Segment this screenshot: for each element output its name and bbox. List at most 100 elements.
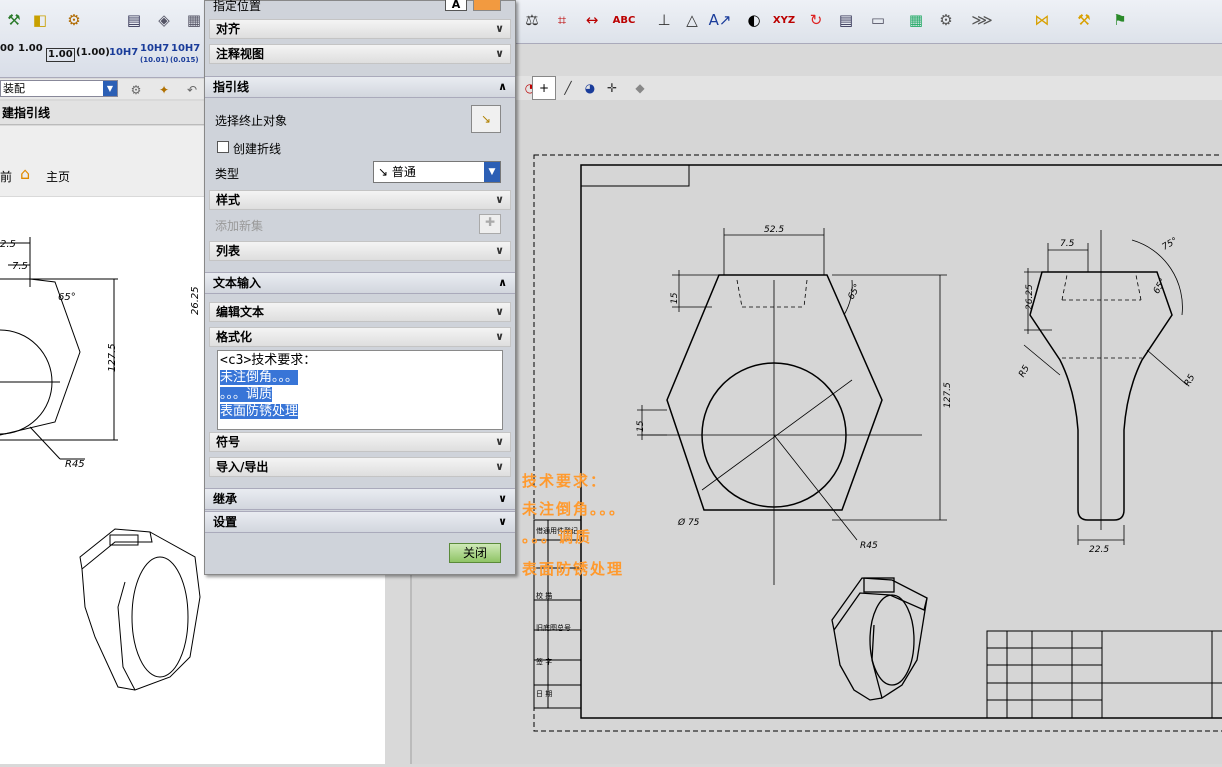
dim-label-5: R45: [65, 459, 85, 470]
dim-label-1: 2.5: [0, 239, 16, 250]
type-select[interactable]: ↘ 普通 ▼: [373, 161, 501, 183]
text-line-0: <c3>技术要求：: [220, 353, 317, 368]
section-annotation-view[interactable]: 注释视图 ∨: [209, 44, 511, 64]
dim-left15b: 15: [636, 420, 646, 432]
add-set-icon[interactable]: ✚: [479, 214, 501, 234]
chevron-down-icon: ∨: [495, 435, 504, 448]
table-icon[interactable]: ▤: [834, 8, 858, 32]
note-text-area[interactable]: <c3>技术要求： 未注倒角。。。 。。。调质 表面防锈处理: [217, 350, 503, 430]
dim-side-r2: R5: [1183, 373, 1198, 389]
selection-filter-combo[interactable]: 装配 ▼: [0, 80, 118, 97]
xyz-icon[interactable]: XYZ: [772, 8, 796, 32]
select-object-icon[interactable]: ↘: [471, 105, 501, 133]
format-item-1[interactable]: 1.00: [18, 44, 43, 54]
chevron-down-icon[interactable]: ▼: [484, 162, 500, 182]
rotate-icon[interactable]: ↻: [804, 8, 828, 32]
parts-list-icon[interactable]: ▦: [904, 8, 928, 32]
leader-header[interactable]: 指引线 ∧: [205, 76, 515, 98]
dim-side-top: 7.5: [1060, 239, 1075, 249]
snap-icon[interactable]: ✦: [152, 78, 176, 102]
section-edit-text-label: 编辑文本: [216, 305, 265, 319]
section-symbol[interactable]: 符号 ∨: [209, 432, 511, 452]
abc-dim-icon[interactable]: ABC: [612, 8, 636, 32]
text-input-header[interactable]: 文本输入 ∧: [205, 272, 515, 294]
text-line-2: 。。。调质: [220, 387, 273, 402]
gear-icon[interactable]: ⚙: [934, 8, 958, 32]
weld-icon[interactable]: ⋙: [970, 8, 994, 32]
section-align[interactable]: 对齐 ∨: [209, 19, 511, 39]
chevron-down-icon: ∨: [498, 515, 507, 528]
dimension-icon[interactable]: ⚖: [520, 8, 544, 32]
note-line-3[interactable]: 表面防锈处理: [522, 558, 624, 579]
dim-r45: R45: [860, 541, 878, 551]
toolbar-right: ⚖ ⌗ ↔ ABC ⊥ △ A↗ ◐ XYZ ↻ ▤ ▭ ▦ ⚙ ⋙ ⋈ ⚒ ⚑: [516, 0, 1222, 44]
assembly-icon[interactable]: ⚒: [2, 8, 26, 32]
format-sub-1: (0.015): [170, 56, 199, 64]
chevron-up-icon: ∧: [498, 276, 507, 289]
horizontal-dim-icon[interactable]: ↔: [580, 8, 604, 32]
section-import-export[interactable]: 导入/导出 ∨: [209, 457, 511, 477]
origin-tool-icon[interactable]: [473, 0, 501, 11]
section-style[interactable]: 样式 ∨: [209, 190, 511, 210]
section-format-label: 格式化: [216, 330, 253, 344]
inherit-header[interactable]: 继承 ∨: [205, 488, 515, 510]
section-format[interactable]: 格式化 ∨: [209, 327, 511, 347]
note-line-0[interactable]: 技术要求：: [522, 470, 607, 491]
section-list[interactable]: 列表 ∨: [209, 241, 511, 261]
section-import-export-label: 导入/导出: [216, 460, 269, 474]
format-item-6[interactable]: 10H7: [171, 44, 200, 54]
target-icon[interactable]: ◐: [742, 8, 766, 32]
format-item-0[interactable]: 00: [0, 44, 14, 54]
ordinate-dim-icon[interactable]: ⌗: [550, 8, 574, 32]
format-item-2[interactable]: 1.00: [46, 48, 75, 62]
point-snap-icon[interactable]: +: [532, 76, 556, 100]
add-set-label: 添加新集: [215, 219, 264, 233]
close-button[interactable]: 关闭: [449, 543, 501, 563]
nav-back[interactable]: 前: [0, 168, 12, 185]
hammer-icon[interactable]: ⚒: [1072, 8, 1096, 32]
format-item-3[interactable]: (1.00): [76, 48, 110, 58]
filter-icon[interactable]: ⚙: [124, 78, 148, 102]
datum-icon[interactable]: ⊥: [652, 8, 676, 32]
view-icon[interactable]: ▦: [182, 8, 206, 32]
annotation-icon[interactable]: A↗: [708, 8, 732, 32]
leader-note-dialog: 指定位置 A 对齐 ∨ 注释视图 ∨ 指引线 ∧ 选择终止对象 ↘ 创建折线 类型 ↘…: [204, 0, 516, 575]
format-item-4[interactable]: 10H7: [109, 48, 138, 58]
section-symbol-label: 符号: [216, 435, 241, 449]
circle-snap-icon[interactable]: ◕: [578, 76, 602, 100]
layer-icon[interactable]: ◈: [152, 8, 176, 32]
note-line-2[interactable]: 。。。调质: [522, 526, 592, 547]
text-style-icon[interactable]: A: [445, 0, 467, 11]
drawing-canvas[interactable]: 52.5 15 15 127.5 Ø 75 R45 65° 7.5 26.25 …: [410, 100, 1222, 764]
triangle-icon[interactable]: △: [680, 8, 704, 32]
intersect-icon[interactable]: ✛: [600, 76, 624, 100]
dim-height: 127.5: [943, 382, 953, 408]
section-edit-text[interactable]: 编辑文本 ∨: [209, 302, 511, 322]
create-fold-checkbox[interactable]: [217, 141, 229, 153]
frame-icon[interactable]: ▭: [866, 8, 890, 32]
format-item-5[interactable]: 10H7: [140, 44, 169, 54]
text-input-header-label: 文本输入: [213, 276, 262, 290]
component-icon[interactable]: ◧: [28, 8, 52, 32]
chevron-down-icon[interactable]: ▼: [103, 81, 117, 96]
constraint-icon[interactable]: ⚙: [62, 8, 86, 32]
flag-icon[interactable]: ⚑: [1108, 8, 1132, 32]
surface-icon[interactable]: ⋈: [1030, 8, 1054, 32]
cube-icon[interactable]: ◆: [628, 76, 652, 100]
inherit-header-label: 继承: [213, 492, 238, 506]
dim-label-6: 65°: [58, 292, 76, 303]
nav-home[interactable]: 主页: [46, 168, 70, 185]
panel-title: 建指引线: [0, 101, 205, 125]
combo-value: 装配: [3, 82, 25, 95]
chevron-down-icon: ∨: [495, 330, 504, 343]
settings-header[interactable]: 设置 ∨: [205, 511, 515, 533]
save-icon[interactable]: ▤: [122, 8, 146, 32]
chevron-down-icon: ∨: [495, 244, 504, 257]
type-label: 类型: [215, 167, 240, 181]
undo-icon[interactable]: ↶: [180, 78, 204, 102]
home-icon: ⌂: [20, 164, 31, 183]
line-snap-icon[interactable]: ╱: [556, 76, 580, 100]
note-line-1[interactable]: 未注倒角。。。: [522, 498, 626, 519]
dim-diam: Ø 75: [677, 517, 700, 528]
dim-side-bottom: 22.5: [1089, 545, 1109, 555]
